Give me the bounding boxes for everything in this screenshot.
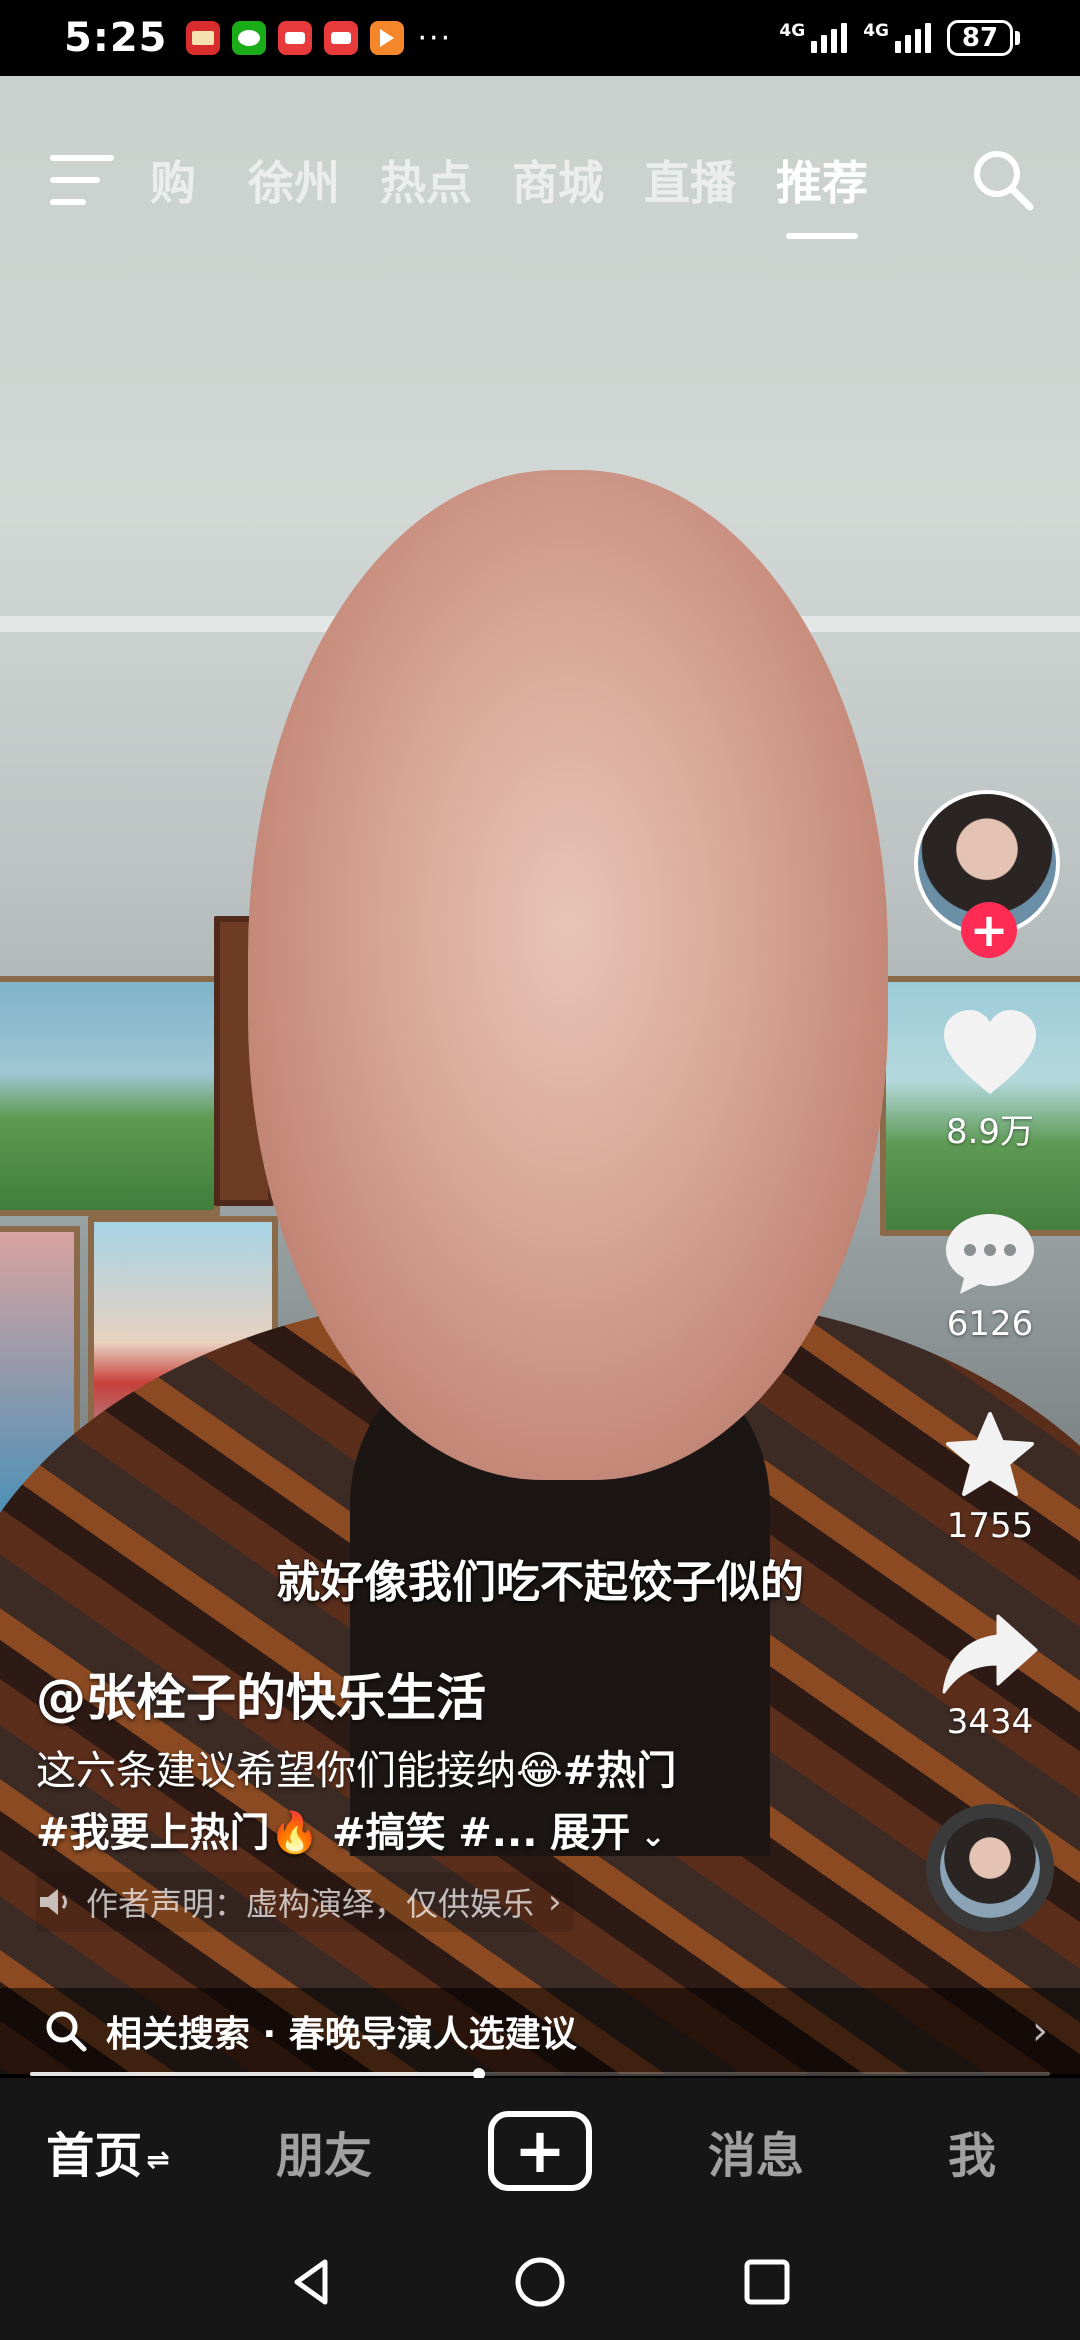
like-count: 8.9万 (945, 1112, 1035, 1152)
music-disc[interactable] (926, 1804, 1054, 1932)
laughing-emoji: 😂 (516, 1748, 563, 1794)
bottom-nav: 首页 ⇌ 朋友 + 消息 我 (0, 2078, 1080, 2224)
create-button[interactable]: + (488, 2111, 592, 2191)
battery-icon: 87 (947, 20, 1020, 56)
star-icon (946, 1412, 1034, 1496)
author-avatar[interactable]: + (914, 790, 1060, 958)
video-subtitle: 就好像我们吃不起饺子似的 (276, 1557, 804, 1608)
status-app-icons (185, 21, 404, 55)
video-caption: 这六条建议希望你们能接纳😂#热门 #我要上热门🔥 #搞笑 #... 展开 ⌄ (36, 1740, 856, 1868)
related-search-text: 相关搜索 · 春晚导演人选建议 (106, 2014, 577, 2055)
swap-icon: ⇌ (146, 2142, 170, 2176)
author-name[interactable]: @张栓子的快乐生活 (36, 1658, 486, 1730)
tab-live[interactable]: 直播 (644, 147, 736, 213)
related-search-bar[interactable]: 相关搜索 · 春晚导演人选建议 › (0, 1988, 1080, 2074)
hashtag[interactable]: #... (458, 1810, 537, 1856)
hashtag[interactable]: #搞笑 (332, 1810, 446, 1856)
speaker-icon (40, 1889, 67, 1915)
video-app-icon (369, 21, 404, 55)
back-icon[interactable] (285, 2254, 341, 2310)
favorite-button[interactable]: 1755 (910, 1410, 1070, 1546)
tab-xuzhou[interactable]: 徐州 (248, 147, 340, 213)
home-icon[interactable] (512, 2254, 568, 2310)
nav-home[interactable]: 首页 ⇌ (0, 2116, 216, 2186)
signal-icon: 4G (779, 23, 848, 53)
recents-icon[interactable] (739, 2254, 795, 2310)
hashtag[interactable]: #热门 (563, 1748, 677, 1794)
chevron-down-icon: ⌄ (630, 1819, 666, 1854)
tab-mall[interactable]: 商城 (512, 147, 604, 213)
tab-shopping[interactable]: 购 (150, 147, 208, 213)
tab-hot[interactable]: 热点 (380, 147, 472, 213)
video-progress-bar[interactable] (30, 2068, 1050, 2080)
like-button[interactable]: 8.9万 (910, 1008, 1070, 1153)
share-count: 3434 (946, 1702, 1034, 1742)
nav-messages[interactable]: 消息 (648, 2116, 864, 2186)
top-nav: 购 徐州 热点 商城 直播 推荐 (0, 120, 1080, 240)
progress-fill (30, 2072, 479, 2076)
search-icon (46, 2011, 87, 2052)
nav-friends[interactable]: 朋友 (216, 2116, 432, 2186)
share-button[interactable]: 3434 (910, 1612, 1070, 1742)
comment-button[interactable]: 6126 (910, 1210, 1070, 1344)
comment-count: 6126 (946, 1304, 1034, 1344)
caption-text: 这六条建议希望你们能接纳 (36, 1748, 516, 1794)
wall-painting (0, 976, 220, 1216)
feed-tabs: 购 徐州 热点 商城 直播 推荐 (150, 147, 868, 239)
heart-icon (944, 1010, 1036, 1094)
fire-emoji: 🔥 (269, 1810, 320, 1856)
comment-icon (946, 1214, 1034, 1294)
status-time: 5:25 (64, 15, 168, 61)
follow-button[interactable]: + (961, 902, 1017, 958)
app-notification-icon (185, 21, 220, 55)
person-face (248, 470, 888, 1480)
chevron-right-icon: › (548, 1882, 562, 1922)
share-icon (942, 1614, 1038, 1694)
signal-icon-2: 4G (863, 23, 931, 53)
chevron-right-icon: › (1032, 2008, 1048, 2054)
wechat-icon (231, 21, 266, 55)
disclaimer-text: 作者声明：虚构演绎，仅供娱乐 (86, 1885, 535, 1923)
battery-level: 87 (947, 20, 1013, 56)
nav-create[interactable]: + (432, 2111, 648, 2191)
author-disclaimer[interactable]: 作者声明：虚构演绎，仅供娱乐 › (36, 1872, 574, 1932)
app-red-icon-2 (323, 21, 358, 55)
favorite-count: 1755 (946, 1506, 1034, 1546)
tab-recommend[interactable]: 推荐 (776, 147, 868, 239)
menu-icon[interactable] (50, 155, 114, 205)
search-icon[interactable] (968, 145, 1038, 215)
app-red-icon (277, 21, 312, 55)
hashtag[interactable]: #我要上热门 (36, 1810, 270, 1856)
system-nav-bar (0, 2224, 1080, 2340)
more-notifications-icon: ··· (417, 20, 453, 56)
expand-button[interactable]: 展开 ⌄ (550, 1810, 666, 1856)
status-bar: 5:25 ··· 4G 4G 87 (0, 0, 1080, 76)
nav-me[interactable]: 我 (864, 2116, 1080, 2186)
